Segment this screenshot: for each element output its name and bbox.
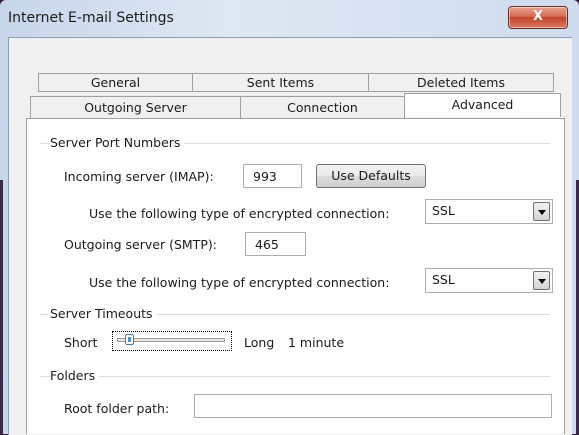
tab-sent-items[interactable]: Sent Items	[192, 73, 369, 92]
incoming-port-input[interactable]	[243, 164, 302, 188]
tab-deleted-items[interactable]: Deleted Items	[368, 73, 554, 92]
close-button[interactable]: X	[508, 6, 568, 29]
root-folder-path-input[interactable]	[194, 394, 552, 418]
selected-value: SSL	[432, 272, 455, 287]
tab-label: Advanced	[451, 97, 514, 112]
slider-thumb[interactable]	[124, 334, 134, 345]
timeout-short-label: Short	[64, 335, 98, 350]
tab-label: Outgoing Server	[84, 100, 187, 115]
timeout-slider[interactable]	[112, 331, 232, 351]
close-icon: X	[532, 9, 544, 24]
chevron-down-icon[interactable]	[533, 202, 550, 221]
incoming-encryption-label: Use the following type of encrypted conn…	[89, 206, 390, 221]
group-label-folders: Folders	[50, 368, 100, 383]
tab-outgoing-server[interactable]: Outgoing Server	[30, 96, 241, 119]
tab-label: Sent Items	[246, 75, 315, 90]
outgoing-port-input[interactable]	[245, 232, 306, 256]
tab-advanced[interactable]: Advanced	[404, 93, 561, 117]
root-folder-path-label: Root folder path:	[64, 401, 170, 416]
tab-general[interactable]: General	[38, 73, 193, 92]
outgoing-server-label: Outgoing server (SMTP):	[64, 237, 217, 252]
timeout-value-label: 1 minute	[288, 335, 345, 350]
incoming-encryption-select[interactable]: SSL	[425, 199, 553, 224]
tab-label: General	[90, 75, 141, 90]
left-frame-edge	[0, 180, 3, 434]
outgoing-encryption-select[interactable]: SSL	[425, 268, 553, 293]
internet-email-settings-window: Internet E-mail Settings X General Sent …	[0, 0, 579, 435]
timeout-long-label: Long	[244, 335, 275, 350]
use-defaults-button[interactable]: Use Defaults	[316, 164, 426, 188]
window-title: Internet E-mail Settings	[8, 10, 174, 26]
tab-label: Deleted Items	[417, 75, 505, 90]
outgoing-encryption-label: Use the following type of encrypted conn…	[89, 275, 390, 290]
selected-value: SSL	[432, 203, 455, 218]
tab-label: Connection	[287, 100, 358, 115]
tab-connection[interactable]: Connection	[240, 96, 405, 119]
group-divider	[40, 376, 550, 377]
group-label-server-timeouts: Server Timeouts	[50, 306, 157, 321]
group-label-server-ports: Server Port Numbers	[50, 135, 185, 150]
incoming-server-label: Incoming server (IMAP):	[64, 169, 214, 184]
chevron-down-icon[interactable]	[533, 271, 550, 290]
